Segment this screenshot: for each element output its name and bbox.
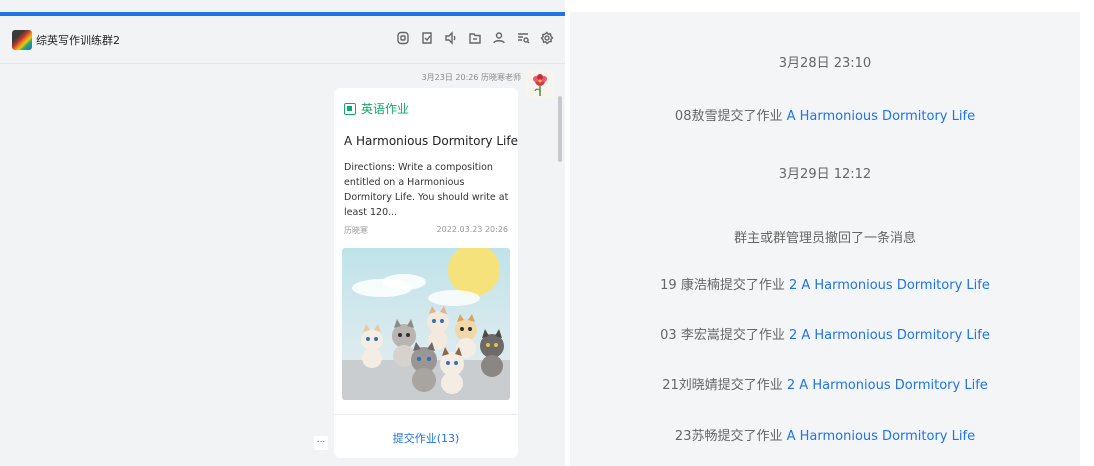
homework-title: A Harmonious Dormitory Life bbox=[344, 134, 518, 148]
activity-entry: 08敖雪提交了作业 A Harmonious Dormitory Life bbox=[570, 105, 1080, 124]
activity-entry: 21刘晓婧提交了作业 2 A Harmonious Dormitory Life bbox=[570, 374, 1080, 393]
homework-link[interactable]: 2 A Harmonious Dormitory Life bbox=[787, 378, 988, 393]
homework-tag: 英语作业 bbox=[344, 100, 409, 117]
homework-icon bbox=[344, 102, 356, 115]
folder-icon[interactable] bbox=[468, 30, 482, 44]
message-meta: 3月23日 20:26 历晓寒老师 bbox=[421, 73, 521, 82]
activity-log: 3月28日 23:10 08敖雪提交了作业 A Harmonious Dormi… bbox=[570, 12, 1080, 466]
voice-icon[interactable] bbox=[444, 30, 458, 45]
homework-author: 历晓寒 bbox=[344, 226, 368, 235]
card-divider bbox=[334, 414, 518, 415]
homework-card[interactable]: 英语作业 A Harmonious Dormitory Life Directi… bbox=[334, 88, 518, 458]
activity-text: 21刘晓婧提交了作业 bbox=[662, 378, 787, 393]
homework-date: 2022.03.23 20:26 bbox=[436, 225, 508, 234]
activity-entry: 03 李宏嵩提交了作业 2 A Harmonious Dormitory Lif… bbox=[570, 324, 1080, 343]
homework-link[interactable]: A Harmonious Dormitory Life bbox=[787, 429, 975, 444]
activity-text: 23苏畅提交了作业 bbox=[674, 429, 787, 444]
homework-link[interactable]: 2 A Harmonious Dormitory Life bbox=[789, 278, 990, 293]
homework-link[interactable]: 2 A Harmonious Dormitory Life bbox=[789, 328, 990, 343]
activity-text: 08敖雪提交了作业 bbox=[674, 109, 787, 124]
group-name[interactable]: 综英写作训练群2 bbox=[36, 32, 120, 48]
chat-window: 综英写作训练群2 3月23日 20:26 历晓寒老师 英语作业 A Harmon… bbox=[0, 0, 565, 466]
activity-entry: 群主或群管理员撤回了一条消息 bbox=[570, 227, 1080, 246]
activity-entry: 23苏畅提交了作业 A Harmonious Dormitory Life bbox=[570, 425, 1080, 444]
group-avatar[interactable] bbox=[12, 30, 32, 50]
members-icon[interactable] bbox=[492, 30, 506, 44]
header-toolbar bbox=[396, 30, 554, 45]
document-icon[interactable] bbox=[396, 30, 410, 45]
activity-entry: 19 康浩楠提交了作业 2 A Harmonious Dormitory Lif… bbox=[570, 274, 1080, 293]
homework-tag-label: 英语作业 bbox=[361, 102, 410, 116]
activity-text: 19 康浩楠提交了作业 bbox=[660, 278, 789, 293]
activity-text: 03 李宏嵩提交了作业 bbox=[660, 328, 789, 343]
homework-cover-image bbox=[342, 248, 510, 400]
homework-description: Directions: Write a composition entitled… bbox=[344, 162, 509, 218]
activity-text: 群主或群管理员撤回了一条消息 bbox=[733, 231, 916, 246]
timestamp: 3月29日 12:12 bbox=[778, 167, 872, 182]
checklist-icon[interactable] bbox=[420, 30, 434, 44]
scrollbar[interactable] bbox=[558, 96, 562, 162]
search-history-icon[interactable] bbox=[516, 30, 530, 44]
sender-avatar[interactable] bbox=[526, 70, 554, 98]
timestamp: 3月28日 23:10 bbox=[778, 56, 872, 71]
settings-icon[interactable] bbox=[540, 30, 554, 45]
more-options-icon[interactable]: ... bbox=[314, 436, 328, 450]
homework-link[interactable]: A Harmonious Dormitory Life bbox=[787, 109, 975, 124]
submit-homework-button[interactable]: 提交作业(13) bbox=[334, 430, 518, 446]
